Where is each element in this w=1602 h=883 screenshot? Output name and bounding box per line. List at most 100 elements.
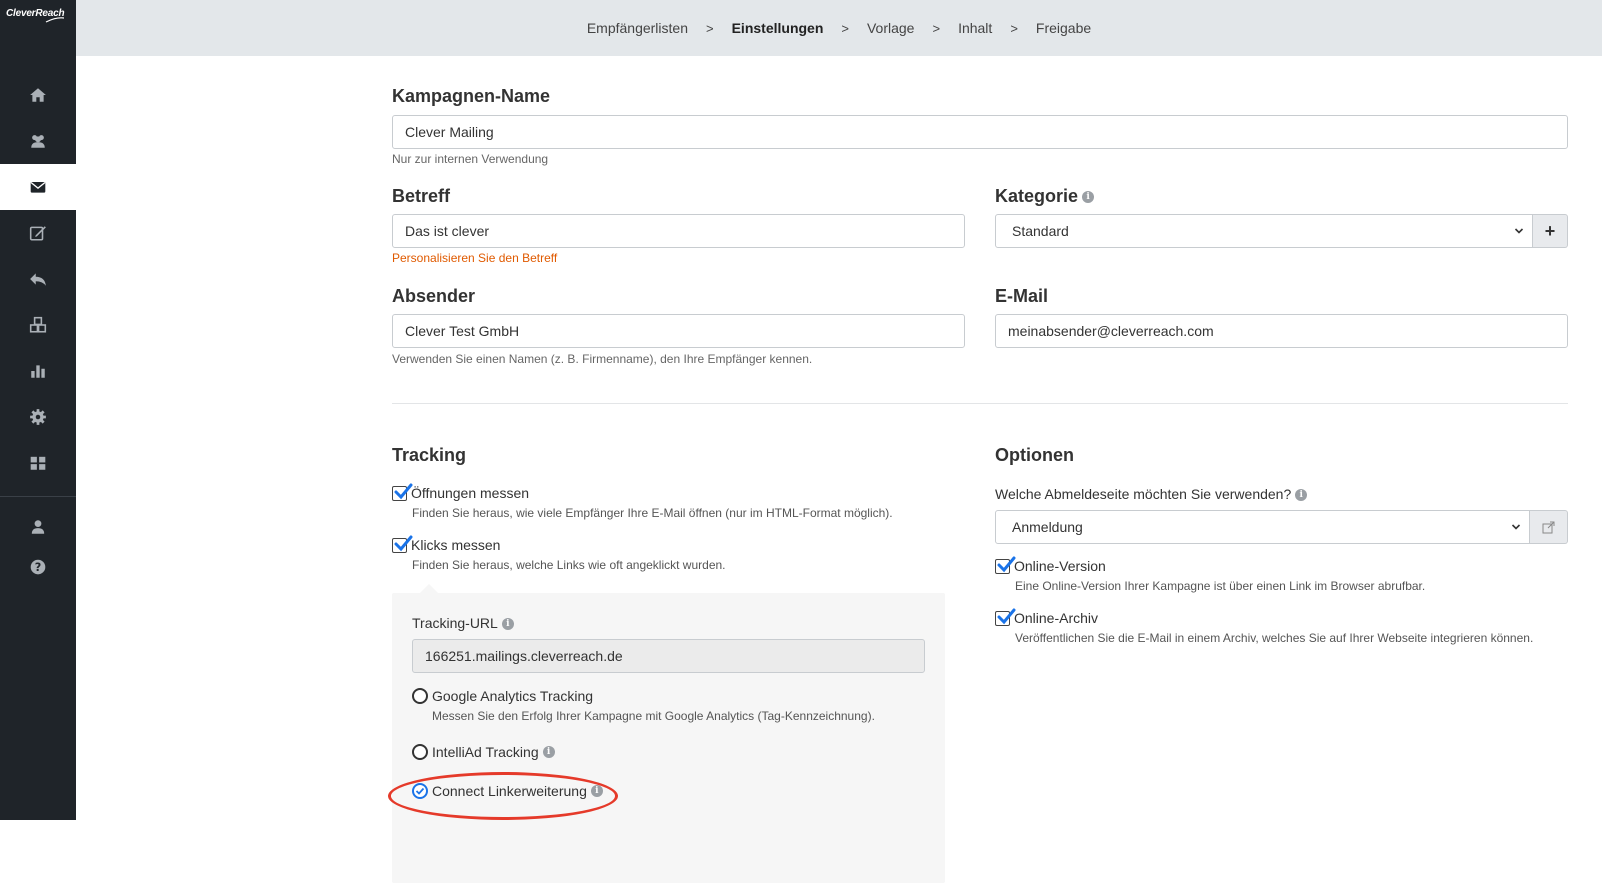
sidebar-item-integrations[interactable] bbox=[0, 302, 76, 348]
online-version-checkbox[interactable] bbox=[995, 556, 1016, 574]
google-analytics-option[interactable]: Google Analytics Tracking bbox=[412, 688, 593, 704]
edit-icon bbox=[29, 226, 46, 241]
tracking-heading: Tracking bbox=[392, 445, 467, 465]
category-select[interactable]: Standard bbox=[995, 214, 1533, 248]
track-clicks-checkbox[interactable] bbox=[392, 535, 413, 553]
sender-name-value: Clever Test GmbH bbox=[405, 323, 520, 339]
track-clicks-option[interactable]: Klicks messen bbox=[392, 535, 501, 553]
unsubscribe-page-value: Anmeldung bbox=[1012, 519, 1083, 535]
subpanel-notch bbox=[420, 584, 438, 593]
campaign-name-help: Nur zur internen Verwendung bbox=[392, 152, 549, 166]
open-unsubscribe-page-button[interactable] bbox=[1530, 510, 1568, 544]
sidebar-item-apps[interactable] bbox=[0, 440, 76, 486]
campaign-name-value: Clever Mailing bbox=[405, 124, 494, 140]
breadcrumb-step-recipients[interactable]: Empfängerlisten bbox=[583, 20, 692, 36]
sender-email-value: meinabsender@cleverreach.com bbox=[1008, 323, 1214, 339]
breadcrumb-separator: > bbox=[1010, 20, 1018, 36]
options-heading: Optionen bbox=[995, 445, 1074, 465]
track-opens-checkbox[interactable] bbox=[392, 483, 413, 501]
breadcrumb-step-settings[interactable]: Einstellungen bbox=[728, 20, 828, 36]
sender-name-input[interactable]: Clever Test GmbH bbox=[392, 314, 965, 348]
intelliad-radio[interactable] bbox=[412, 744, 428, 760]
external-link-icon bbox=[1542, 521, 1555, 533]
track-opens-option[interactable]: Öffnungen messen bbox=[392, 483, 530, 501]
breadcrumb-separator: > bbox=[841, 20, 849, 36]
unsubscribe-info-icon[interactable]: i bbox=[1295, 489, 1308, 502]
intelliad-info-icon[interactable]: i bbox=[542, 746, 555, 758]
breadcrumb-step-content[interactable]: Inhalt bbox=[954, 20, 996, 36]
sidebar-item-recipients[interactable] bbox=[0, 118, 76, 164]
bar-chart-icon bbox=[31, 365, 45, 378]
tracking-url-input[interactable]: 166251.mailings.cleverreach.de bbox=[412, 639, 925, 673]
sidebar-item-emails[interactable] bbox=[0, 164, 76, 210]
breadcrumb: Empfängerlisten > Einstellungen > Vorlag… bbox=[76, 0, 1602, 56]
email-label: E-Mail bbox=[995, 286, 1049, 306]
checkmark-icon bbox=[394, 483, 413, 499]
category-label: Kategorie i bbox=[995, 186, 1095, 207]
unsubscribe-page-label: Welche Abmeldeseite möchten Sie verwende… bbox=[995, 486, 1308, 502]
subject-input[interactable]: Das ist clever bbox=[392, 214, 965, 248]
google-analytics-radio[interactable] bbox=[412, 688, 428, 704]
track-opens-desc: Finden Sie heraus, wie viele Empfänger I… bbox=[412, 506, 893, 520]
sidebar-item-autoresponder[interactable] bbox=[0, 256, 76, 302]
breadcrumb-separator: > bbox=[706, 20, 714, 36]
users-icon bbox=[31, 135, 45, 148]
grid-icon bbox=[30, 456, 46, 470]
cubes-icon bbox=[29, 316, 47, 333]
section-divider bbox=[392, 403, 1568, 404]
subject-label: Betreff bbox=[392, 186, 451, 206]
online-archive-checkbox[interactable] bbox=[995, 608, 1016, 626]
tracking-url-label: Tracking-URL i bbox=[412, 615, 514, 631]
campaign-name-input[interactable]: Clever Mailing bbox=[392, 115, 1568, 149]
online-archive-desc: Veröffentlichen Sie die E-Mail in einem … bbox=[1015, 631, 1534, 645]
category-info-icon[interactable]: i bbox=[1082, 191, 1095, 204]
home-icon bbox=[30, 88, 46, 102]
breadcrumb-separator: > bbox=[932, 20, 941, 36]
add-category-button[interactable]: + bbox=[1533, 214, 1568, 248]
unsubscribe-page-label-text: Welche Abmeldeseite möchten Sie verwende… bbox=[995, 486, 1292, 502]
category-value: Standard bbox=[1012, 223, 1069, 239]
chevron-down-icon bbox=[1514, 228, 1524, 234]
online-archive-label: Online-Archiv bbox=[1014, 610, 1099, 626]
svg-text:?: ? bbox=[35, 561, 42, 574]
track-clicks-desc: Finden Sie heraus, welche Links wie oft … bbox=[412, 558, 726, 572]
campaign-name-label: Kampagnen-Name bbox=[392, 86, 551, 106]
envelope-icon bbox=[30, 181, 46, 193]
sender-label: Absender bbox=[392, 286, 476, 306]
subject-value: Das ist clever bbox=[405, 223, 490, 239]
tracking-url-value: 166251.mailings.cleverreach.de bbox=[425, 648, 623, 664]
sidebar-item-settings[interactable] bbox=[0, 394, 76, 440]
gear-icon bbox=[30, 409, 46, 425]
app-logo[interactable]: CleverReach bbox=[6, 8, 65, 23]
sidebar-item-help[interactable]: ? bbox=[0, 544, 76, 590]
track-opens-label: Öffnungen messen bbox=[411, 485, 530, 501]
sidebar-item-forms[interactable] bbox=[0, 210, 76, 256]
sidebar-item-reports[interactable] bbox=[0, 348, 76, 394]
intelliad-option[interactable]: IntelliAd Tracking i bbox=[412, 744, 555, 760]
tracking-url-info-icon[interactable]: i bbox=[501, 618, 514, 631]
breadcrumb-step-template[interactable]: Vorlage bbox=[863, 20, 918, 36]
tracking-options-panel: Tracking-URL i 166251.mailings.cleverreac… bbox=[392, 593, 945, 883]
unsubscribe-page-select[interactable]: Anmeldung bbox=[995, 510, 1530, 544]
sidebar-divider bbox=[0, 496, 76, 497]
checkmark-icon bbox=[394, 535, 413, 551]
track-clicks-label: Klicks messen bbox=[411, 537, 501, 553]
sender-help: Verwenden Sie einen Namen (z. B. Firmenn… bbox=[392, 352, 813, 366]
sidebar-item-home[interactable] bbox=[0, 72, 76, 118]
online-version-option[interactable]: Online-Version bbox=[995, 556, 1106, 574]
intelliad-label: IntelliAd Tracking bbox=[432, 744, 539, 760]
reply-icon bbox=[30, 273, 46, 286]
sender-email-input[interactable]: meinabsender@cleverreach.com bbox=[995, 314, 1568, 348]
breadcrumb-step-release[interactable]: Freigabe bbox=[1032, 20, 1095, 36]
google-analytics-label: Google Analytics Tracking bbox=[432, 688, 594, 704]
checkmark-icon bbox=[997, 556, 1016, 572]
category-label-text: Kategorie bbox=[995, 186, 1079, 206]
logo-swoosh-icon bbox=[45, 17, 64, 23]
chevron-down-icon bbox=[1511, 524, 1521, 530]
google-analytics-desc: Messen Sie den Erfolg Ihrer Kampagne mit… bbox=[432, 709, 875, 723]
personalize-subject-link[interactable]: Personalisieren Sie den Betreff bbox=[392, 251, 557, 265]
help-icon: ? bbox=[30, 559, 46, 575]
user-icon bbox=[31, 520, 45, 534]
highlight-annotation bbox=[388, 772, 618, 820]
online-archive-option[interactable]: Online-Archiv bbox=[995, 608, 1099, 626]
